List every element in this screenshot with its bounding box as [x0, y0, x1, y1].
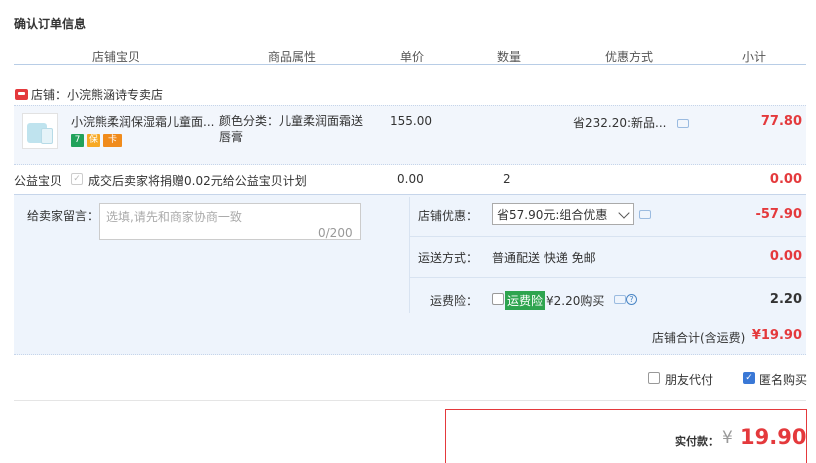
chevron-down-icon: [618, 207, 630, 219]
store-discount-selected: 省57.90元:组合优惠: [497, 208, 608, 222]
help-icon[interactable]: ?: [626, 294, 637, 305]
credit-card-icon[interactable]: 卡: [103, 134, 122, 147]
insurance-badge: 运费险: [505, 291, 546, 310]
insurance-label: 运费险：: [430, 294, 479, 308]
row-divider: [410, 236, 806, 237]
seven-day-return-icon[interactable]: 7: [71, 134, 84, 147]
product-attribute: 颜色分类：儿童柔润面霜送唇膏: [219, 114, 364, 144]
panel-vertical-divider: [409, 197, 410, 313]
message-char-count: 0/200: [318, 226, 353, 240]
charity-description: 成交后卖家将捐赠0.02元给公益宝贝计划: [88, 174, 307, 188]
promo-chat-icon[interactable]: [677, 119, 689, 128]
shipping-label: 运送方式：: [418, 251, 479, 265]
store-discount-select[interactable]: 省57.90元:组合优惠: [492, 203, 634, 225]
friend-pay-label[interactable]: 朋友代付: [665, 371, 713, 388]
unit-price: 155.00: [390, 114, 432, 128]
insurance-price-text: ¥2.20购买: [546, 294, 605, 308]
insurance-value: 2.20: [769, 292, 802, 307]
store-total-label: 店铺合计(含运费): [652, 331, 746, 345]
shop-name[interactable]: 店铺：小浣熊涵诗专卖店: [31, 86, 163, 103]
message-label: 给卖家留言：: [27, 209, 100, 223]
row-divider: [410, 277, 806, 278]
col-header-unit-price: 单价: [400, 50, 425, 64]
store-total-value: ¥19.90: [751, 328, 802, 343]
item-subtotal: 77.80: [760, 114, 802, 129]
guarantee-icon[interactable]: 保: [87, 134, 100, 147]
shipping-value: 0.00: [769, 249, 802, 264]
charity-checkbox: ✓: [71, 173, 83, 185]
charity-price: 0.00: [397, 172, 424, 186]
insurance-checkbox[interactable]: [492, 293, 504, 305]
shop-icon: [15, 89, 28, 100]
header-divider: [14, 64, 806, 65]
total-divider: [14, 400, 806, 401]
charity-label: 公益宝贝: [14, 174, 63, 188]
anonymous-label[interactable]: 匿名购买: [759, 371, 807, 388]
col-header-subtotal: 小计: [742, 50, 767, 64]
insurance-chat-icon[interactable]: [614, 295, 626, 304]
shipping-method: 普通配送 快递 免邮: [492, 251, 596, 265]
payment-currency: ¥: [722, 428, 733, 448]
product-title-link[interactable]: 小浣熊柔润保湿霜儿童面...: [71, 113, 216, 130]
anonymous-checkbox[interactable]: ✓: [743, 372, 755, 384]
charity-quantity: 2: [503, 172, 511, 186]
page-title: 确认订单信息: [14, 17, 87, 31]
discount-chat-icon[interactable]: [639, 210, 651, 219]
payment-label: 实付款：: [675, 435, 719, 448]
col-header-discount: 优惠方式: [605, 50, 654, 64]
product-thumbnail[interactable]: [22, 113, 58, 149]
charity-subtotal: 0.00: [769, 172, 802, 187]
product-tube-image: [41, 128, 53, 144]
store-discount-label: 店铺优惠：: [418, 209, 479, 223]
col-header-attributes: 商品属性: [268, 50, 317, 64]
payment-amount: 19.90: [740, 425, 807, 449]
store-discount-value: -57.90: [755, 207, 802, 222]
friend-pay-checkbox[interactable]: [648, 372, 660, 384]
promo-text[interactable]: 省232.20:新品...: [573, 114, 666, 131]
col-header-shop-item: 店铺宝贝: [92, 50, 141, 64]
col-header-quantity: 数量: [497, 50, 522, 64]
